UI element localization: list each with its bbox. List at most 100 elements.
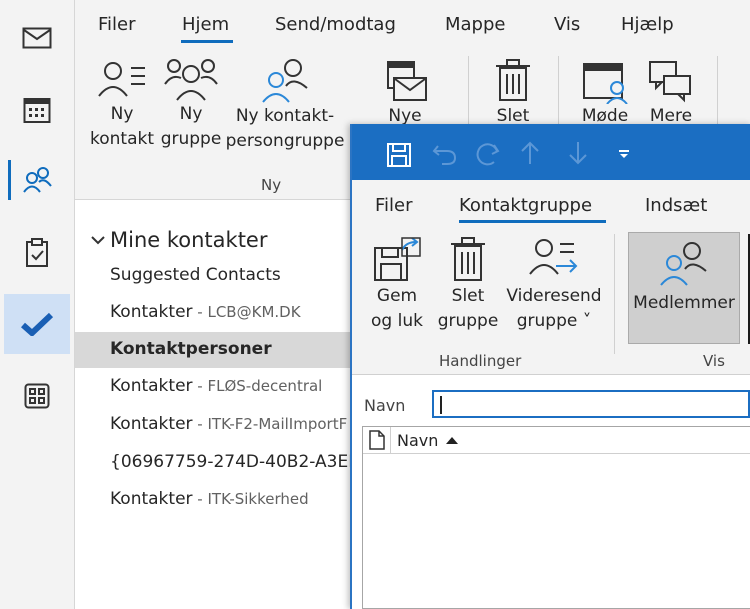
folder-suffix: - ITK-Sikkerhed xyxy=(192,490,309,508)
members-icon xyxy=(660,242,707,286)
folder-group-header[interactable]: Mine kontakter xyxy=(91,228,267,252)
save-close-label-2: og luk xyxy=(371,311,423,331)
dialog-active-tab-indicator xyxy=(459,220,606,223)
delete-group-label-2: gruppe xyxy=(437,311,499,331)
tab-send-modtag[interactable]: Send/modtag xyxy=(275,14,396,35)
forward-group-label-2: gruppe ˅ xyxy=(516,311,592,331)
dialog-tab-filer[interactable]: Filer xyxy=(375,195,413,216)
sort-ascending-icon[interactable] xyxy=(445,436,459,445)
new-group-label-1: Ny xyxy=(179,104,203,124)
meeting-button[interactable]: Møde xyxy=(575,58,635,129)
arrow-up-icon[interactable] xyxy=(520,140,540,166)
folder-item-selected[interactable]: Kontaktpersoner xyxy=(75,332,350,368)
dialog-ribbon: Gem og luk Slet gruppe Videresend gruppe… xyxy=(352,224,750,375)
members-label: Medlemmer xyxy=(633,293,735,313)
meeting-icon xyxy=(583,63,628,104)
group-name-row: Navn xyxy=(352,386,750,426)
delete-group-label-1: Slet xyxy=(451,286,485,306)
text-caret xyxy=(440,396,442,414)
contact-group-window: Filer Kontaktgruppe Indsæt Gem og luk Sl… xyxy=(350,124,750,609)
new-group-icon xyxy=(164,59,218,101)
group-name-input[interactable] xyxy=(432,390,750,418)
dialog-tab-kontaktgruppe[interactable]: Kontaktgruppe xyxy=(459,195,592,216)
members-list[interactable]: Navn xyxy=(362,426,750,609)
members-list-header: Navn xyxy=(363,427,750,454)
folder-suffix: - LCB@KM.DK xyxy=(192,303,301,321)
undo-icon[interactable] xyxy=(432,142,458,166)
folder-name: Kontakter xyxy=(110,414,193,434)
new-contact-icon xyxy=(98,62,145,97)
folder-name: Kontaktpersoner xyxy=(110,339,272,359)
tab-vis[interactable]: Vis xyxy=(554,14,580,35)
new-contact-group-label-2: persongruppe xyxy=(225,131,345,151)
tab-hjaelp[interactable]: Hjælp xyxy=(621,14,674,35)
members-button[interactable]: Medlemmer xyxy=(628,232,740,344)
contact-folder-pane: Mine kontakter Suggested Contacts Kontak… xyxy=(75,200,350,609)
dialog-tab-indsaet[interactable]: Indsæt xyxy=(645,195,707,216)
folder-name: Kontakter xyxy=(110,302,193,322)
arrow-down-icon[interactable] xyxy=(568,140,588,166)
new-group-button[interactable]: Ny gruppe xyxy=(157,58,225,152)
new-contact-button[interactable]: Ny kontakt xyxy=(87,58,157,152)
column-header-name[interactable]: Navn xyxy=(397,431,438,450)
people-icon xyxy=(23,167,52,193)
navigation-rail xyxy=(0,0,75,609)
dialog-ribbon-tabs: Filer Kontaktgruppe Indsæt xyxy=(352,180,750,224)
save-close-label-1: Gem xyxy=(376,286,418,306)
folder-item[interactable]: Kontakter - LCB@KM.DK xyxy=(75,295,350,331)
folder-item[interactable]: Kontakter - ITK-Sikkerhed xyxy=(75,482,350,518)
folder-name: Kontakter xyxy=(110,376,193,396)
calendar-nav-button[interactable] xyxy=(4,82,70,138)
redo-icon[interactable] xyxy=(474,142,500,166)
folder-name: Kontakter xyxy=(110,489,193,509)
new-group-label-2: gruppe xyxy=(160,129,222,149)
save-close-button[interactable]: Gem og luk xyxy=(364,236,430,334)
apps-icon xyxy=(24,383,50,409)
new-contact-group-button[interactable]: Ny kontakt- persongruppe xyxy=(225,58,345,154)
mail-icon xyxy=(22,27,52,49)
active-tab-indicator xyxy=(181,40,233,43)
tasks-nav-button[interactable] xyxy=(4,225,70,281)
folder-group-title: Mine kontakter xyxy=(110,228,268,252)
new-items-button[interactable]: Nye xyxy=(370,58,440,129)
people-nav-button[interactable] xyxy=(4,152,70,208)
forward-group-button[interactable]: Videresend gruppe ˅ xyxy=(504,236,604,334)
forward-group-icon xyxy=(529,239,578,275)
new-contact-group-label-1: Ny kontakt- xyxy=(235,106,335,126)
save-close-icon xyxy=(374,237,421,281)
tab-mappe[interactable]: Mappe xyxy=(445,14,506,35)
folder-name: {06967759-274D-40B2-A3EB-D xyxy=(110,452,350,472)
ribbon-group-label-vis: Vis xyxy=(703,352,725,370)
more-button[interactable]: Mere xyxy=(641,58,701,129)
trash-icon xyxy=(496,59,530,101)
folder-item[interactable]: Kontakter - FLØS-decentral xyxy=(75,369,350,405)
save-icon[interactable] xyxy=(386,142,412,168)
ribbon-separator xyxy=(614,234,615,354)
folder-suffix: - FLØS-decentral xyxy=(192,377,323,395)
group-name-label: Navn xyxy=(364,396,406,415)
folder-item[interactable]: {06967759-274D-40B2-A3EB-D xyxy=(75,445,350,481)
new-items-icon xyxy=(387,61,427,101)
mail-nav-button[interactable] xyxy=(4,10,70,66)
new-contact-group-icon xyxy=(262,59,308,103)
calendar-icon xyxy=(23,98,51,123)
tab-filer[interactable]: Filer xyxy=(98,14,136,35)
new-contact-label-1: Ny xyxy=(110,104,134,124)
ribbon-group-label-handlinger: Handlinger xyxy=(439,352,522,370)
forward-group-label-1: Videresend xyxy=(506,286,602,306)
customize-toolbar-icon[interactable] xyxy=(618,150,630,160)
ribbon-group-label-ny: Ny xyxy=(261,176,282,194)
folder-suffix: - ITK-F2-MailImportF xyxy=(192,415,348,433)
main-ribbon-tabs: Filer Hjem Send/modtag Mappe Vis Hjælp xyxy=(75,0,750,44)
dialog-title-bar xyxy=(352,124,750,180)
tab-hjem[interactable]: Hjem xyxy=(182,14,229,35)
todo-nav-button[interactable] xyxy=(4,294,70,354)
delete-button[interactable]: Slet xyxy=(485,58,541,129)
chat-icon xyxy=(649,61,691,103)
tasks-icon xyxy=(26,238,48,267)
delete-group-button[interactable]: Slet gruppe xyxy=(436,236,500,334)
apps-nav-button[interactable] xyxy=(4,368,70,424)
todo-icon xyxy=(21,312,54,336)
folder-item[interactable]: Suggested Contacts xyxy=(75,258,350,294)
folder-item[interactable]: Kontakter - ITK-F2-MailImportF xyxy=(75,407,350,443)
